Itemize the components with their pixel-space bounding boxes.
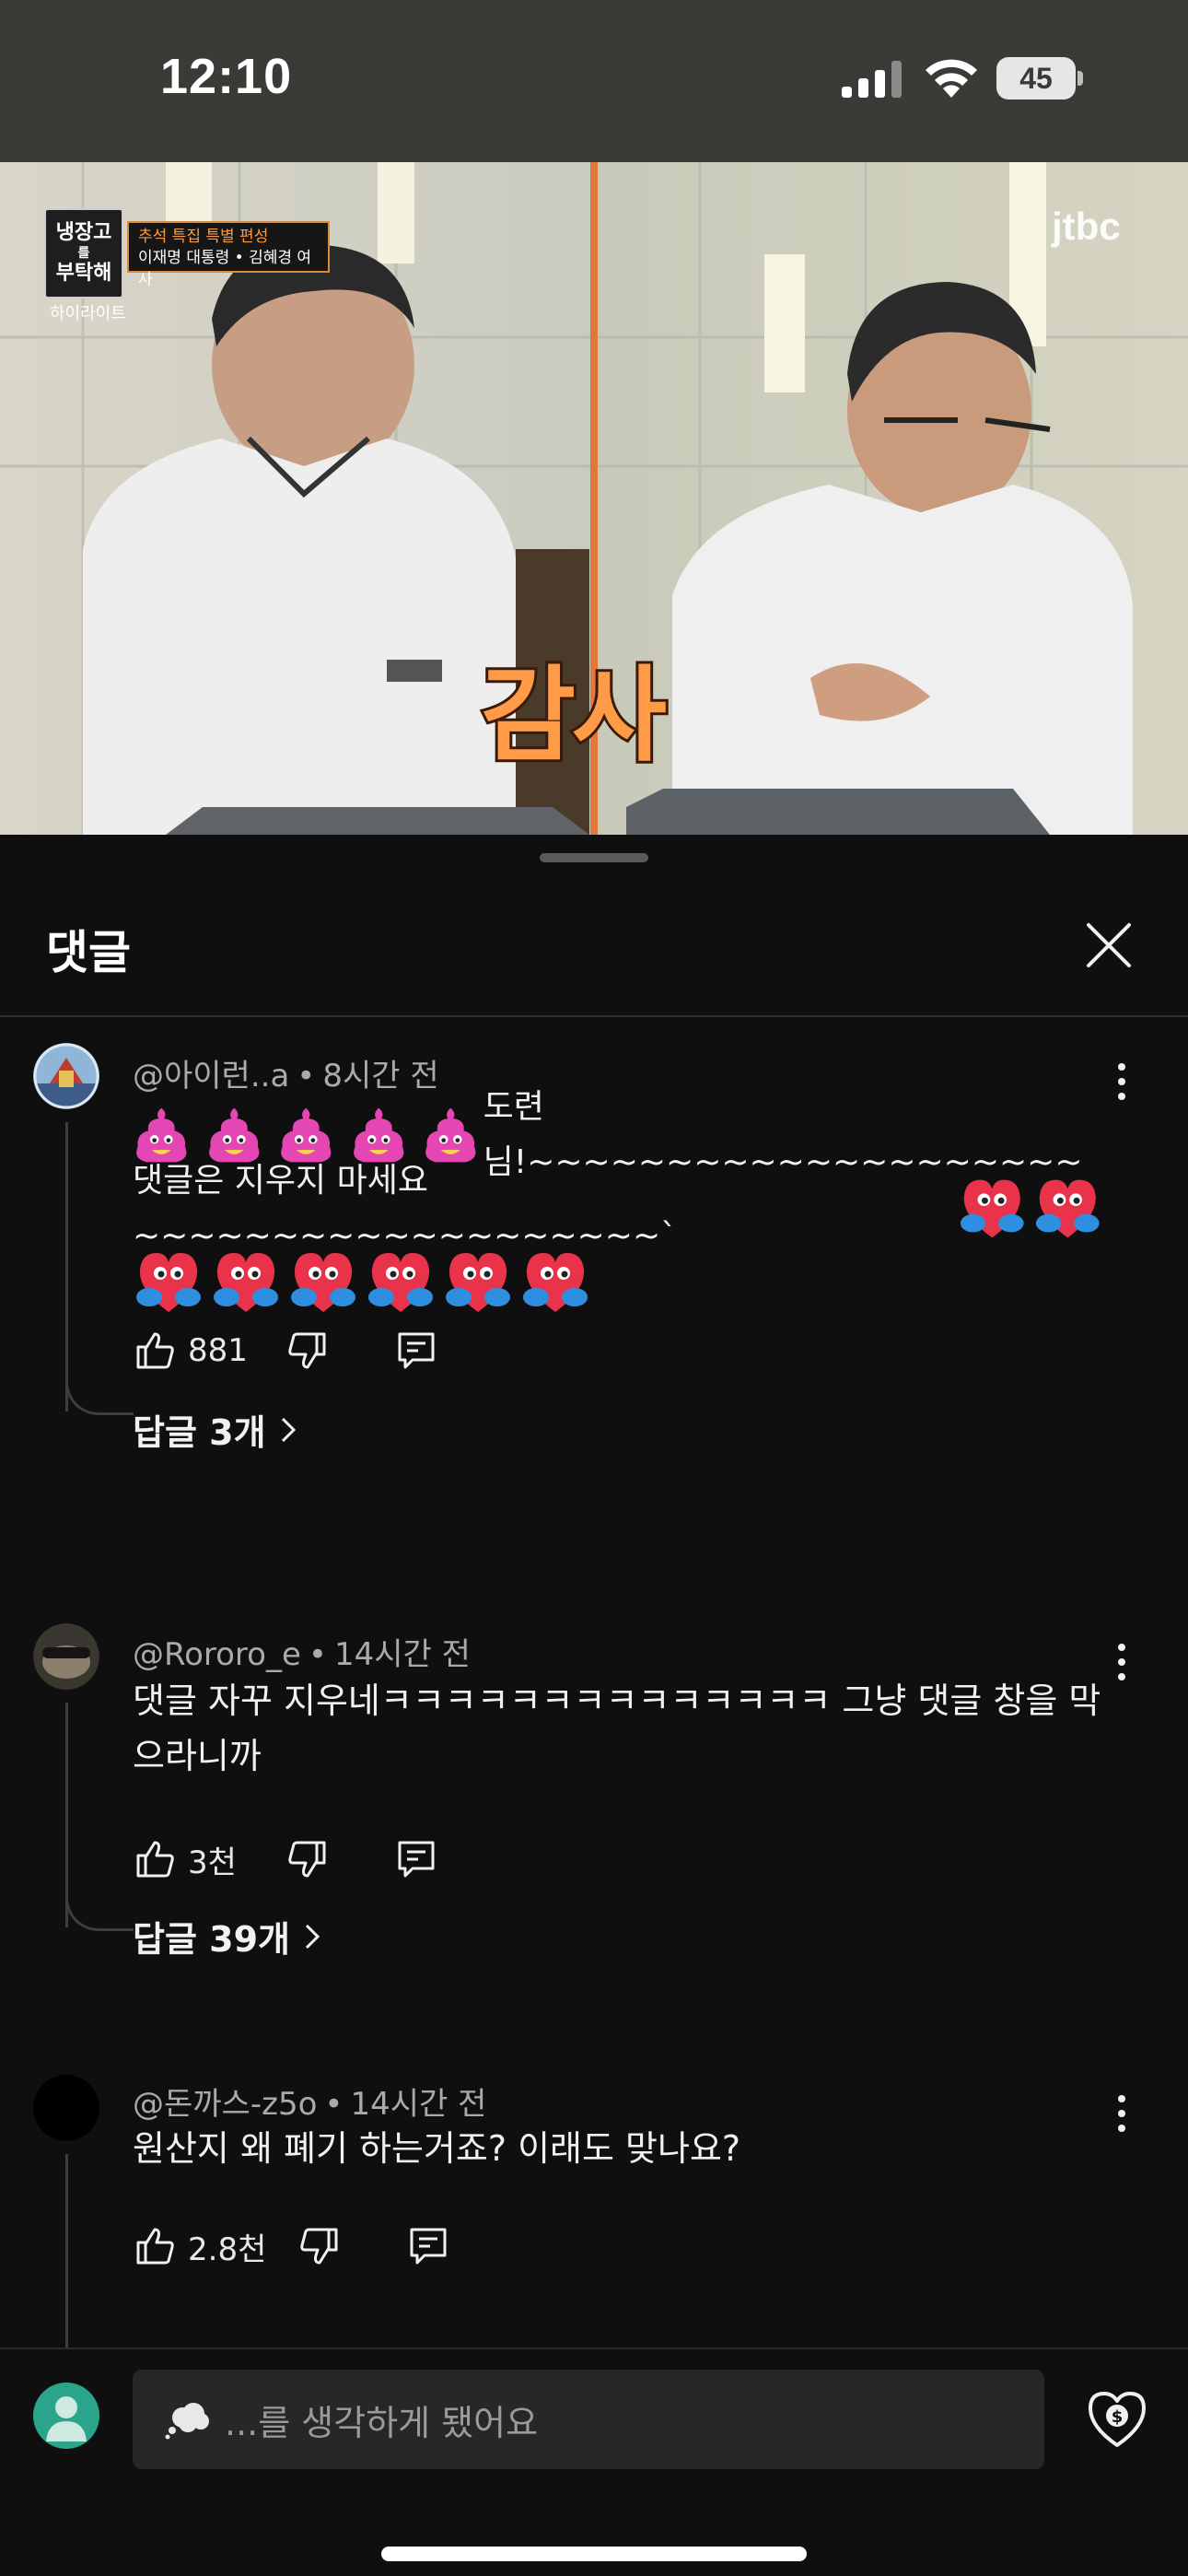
comment-text: 원산지 왜 폐기 하는거죠? 이래도 맞나요?	[133, 2128, 741, 2169]
thought-bubble-icon	[165, 2403, 209, 2440]
reply-icon[interactable]	[406, 2224, 450, 2268]
sheet-title: 댓글	[46, 926, 131, 979]
status-bar: 12:10 45	[0, 0, 1188, 162]
comment-actions: 881	[133, 1325, 438, 1376]
comment-item: @돈까스-z5o • 14시간 전 원산지 왜 폐기 하는거죠? 이래도 맞나요? …	[0, 2075, 1188, 2351]
video-caption: 감사	[478, 653, 670, 779]
reply-icon[interactable]	[394, 1837, 438, 1881]
avatar[interactable]	[33, 1623, 99, 1690]
episode-guests: 이재명 대통령 • 김혜경 여사	[138, 249, 312, 289]
heart-hug-emoji-icon	[1036, 1179, 1101, 1238]
avatar[interactable]	[33, 2075, 99, 2141]
comment-text: 댓글 자꾸 지우네ㅋㅋㅋㅋㅋㅋㅋㅋㅋㅋㅋㅋㅋㅋ 그냥 댓글 창을 막으라니까	[133, 1680, 1101, 1776]
heart-hug-emoji-icon	[960, 1179, 1024, 1238]
replies-label: 답글 3개	[133, 1412, 266, 1453]
chevron-right-icon	[281, 1417, 296, 1442]
comment-author[interactable]: @돈까스-z5o	[133, 2086, 317, 2123]
video-player[interactable]: 냉장고 를 부탁해 하이라이트 추석 특집 특별 편성 이재명 대통령 • 김혜…	[0, 162, 1188, 835]
episode-banner: 추석 특집 특별 편성 이재명 대통령 • 김혜경 여사	[127, 221, 330, 289]
heart-hug-emoji-icon	[523, 1253, 588, 1312]
like-icon[interactable]	[133, 1329, 177, 1373]
thread-line	[65, 2154, 68, 2348]
dislike-icon[interactable]	[297, 2224, 342, 2268]
cellular-signal-icon	[842, 61, 902, 98]
comment-meta: @아이런..a • 8시간 전	[133, 1058, 439, 1095]
reply-icon[interactable]	[394, 1329, 438, 1373]
wifi-icon	[926, 59, 977, 98]
comment-item: @Rororo_e • 14시간 전 댓글 자꾸 지우네ㅋㅋㅋㅋㅋㅋㅋㅋㅋㅋㅋㅋㅋㅋ…	[0, 1623, 1188, 1973]
episode-title: 추석 특집 특별 편성	[138, 228, 269, 246]
more-options-icon[interactable]	[1109, 2091, 1135, 2136]
more-options-icon[interactable]	[1109, 1060, 1135, 1104]
like-icon[interactable]	[133, 1837, 177, 1881]
comment-time: 8시간 전	[322, 1058, 439, 1095]
show-logo-subtitle: 하이라이트	[50, 304, 126, 323]
heart-hug-emoji-icon	[368, 1253, 433, 1312]
chevron-right-icon	[305, 1924, 320, 1949]
comment-author[interactable]: @아이런..a	[133, 1058, 289, 1095]
super-thanks-icon[interactable]: $	[1085, 2388, 1149, 2451]
heart-hug-emoji-icon	[446, 1253, 510, 1312]
thread-curve	[65, 1894, 134, 1931]
comment-item: @아이런..a • 8시간 전 도련님!~~~~~~~~~~~~~~~~~~~~ 댓…	[0, 1043, 1188, 1476]
comment-actions: 2.8천	[133, 2220, 450, 2272]
home-indicator[interactable]	[381, 2547, 807, 2561]
comment-actions: 3천	[133, 1833, 438, 1885]
dislike-icon[interactable]	[285, 1837, 330, 1881]
comment-meta: @돈까스-z5o • 14시간 전	[133, 2086, 487, 2123]
close-icon[interactable]	[1083, 919, 1135, 971]
thread-curve	[65, 1378, 134, 1415]
like-icon[interactable]	[133, 2224, 177, 2268]
channel-watermark: jtbc	[1052, 205, 1121, 248]
comment-time: 14시간 전	[333, 1636, 471, 1673]
sheet-drag-handle[interactable]	[540, 853, 648, 862]
view-replies-button[interactable]: 답글 39개	[133, 1911, 321, 1961]
heart-hug-emoji-icon	[214, 1253, 278, 1312]
comment-text: 도련님!~~~~~~~~~~~~~~~~~~~~ 댓글은 지우지 마세요~~~~…	[133, 1088, 1109, 1319]
like-count: 3천	[188, 1844, 237, 1881]
svg-text:$: $	[1112, 2407, 1124, 2427]
avatar[interactable]	[33, 1043, 99, 1109]
heart-hug-emoji-icon	[136, 1253, 201, 1312]
battery-icon: 45	[996, 57, 1083, 100]
view-replies-button[interactable]: 답글 3개	[133, 1404, 297, 1455]
sheet-divider	[0, 1015, 1188, 1017]
battery-level: 45	[1019, 61, 1053, 95]
comment-meta: @Rororo_e • 14시간 전	[133, 1636, 471, 1673]
comments-sheet: 댓글 @아이런..a • 8시간 전 도련님!~~~~~~~~~~~~~~~~~…	[0, 835, 1188, 2576]
show-logo: 냉장고 를 부탁해	[44, 208, 123, 299]
like-count: 881	[188, 1332, 248, 1369]
comment-time: 14시간 전	[350, 2086, 487, 2123]
user-avatar[interactable]	[33, 2383, 99, 2449]
dislike-icon[interactable]	[285, 1329, 330, 1373]
comment-author[interactable]: @Rororo_e	[133, 1636, 301, 1673]
thread-line	[65, 1122, 68, 1411]
comment-input[interactable]: ...를 생각하게 됐어요	[133, 2370, 1044, 2469]
like-count: 2.8천	[188, 2231, 267, 2268]
more-options-icon[interactable]	[1109, 1640, 1135, 1684]
comment-input-placeholder: ...를 생각하게 됐어요	[225, 2402, 539, 2443]
replies-label: 답글 39개	[133, 1919, 290, 1960]
comment-composer: ...를 생각하게 됐어요 $	[0, 2348, 1188, 2576]
status-time: 12:10	[160, 49, 293, 104]
heart-hug-emoji-icon	[291, 1253, 355, 1312]
